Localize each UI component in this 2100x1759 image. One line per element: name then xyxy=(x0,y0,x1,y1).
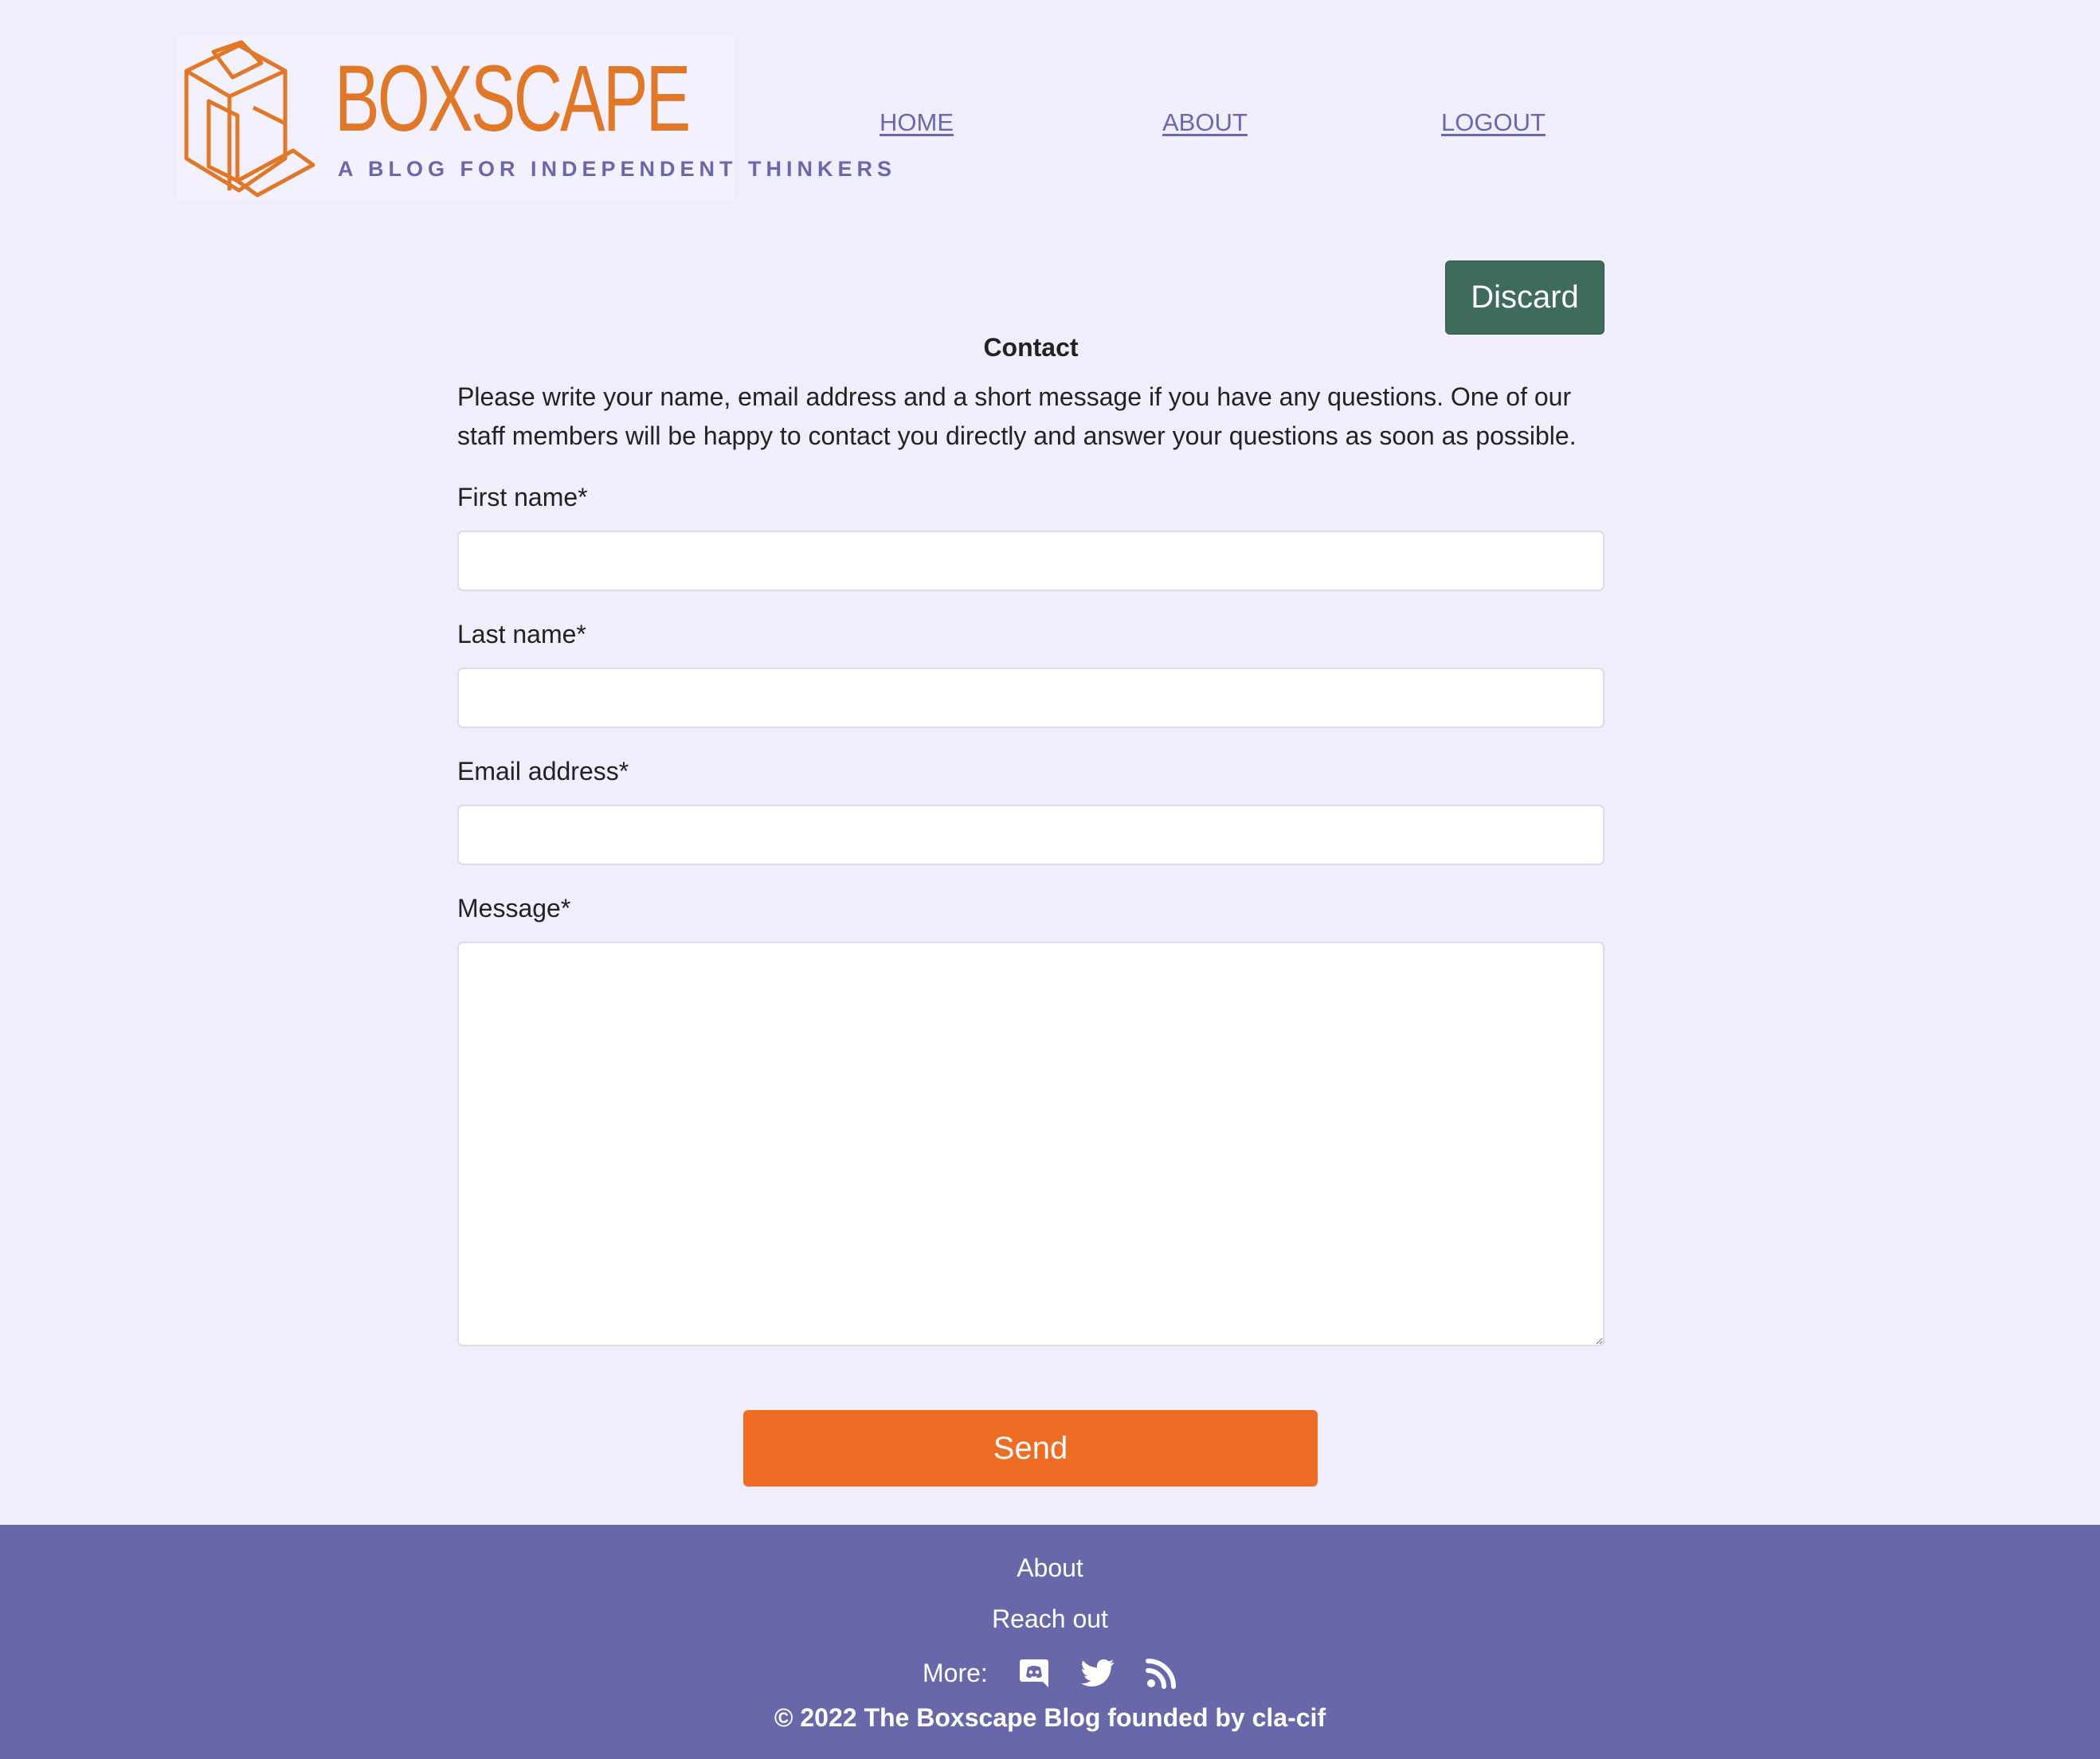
footer-reach-out-link[interactable]: Reach out xyxy=(0,1604,2100,1634)
site-logo[interactable]: BOXSCAPE A BLOG FOR INDEPENDENT THINKERS xyxy=(177,36,891,199)
last-name-input[interactable] xyxy=(457,668,1604,728)
discard-button[interactable]: Discard xyxy=(1445,261,1604,335)
message-textarea[interactable] xyxy=(457,942,1604,1346)
footer-about-link[interactable]: About xyxy=(0,1553,2100,1583)
form-intro: Please write your name, email address an… xyxy=(457,382,1577,450)
email-label: Email address* xyxy=(457,757,629,785)
first-name-input[interactable] xyxy=(457,531,1604,591)
nav-logout-link[interactable]: LOGOUT xyxy=(1441,108,1546,137)
more-label: More: xyxy=(923,1658,988,1687)
logo-tagline: A BLOG FOR INDEPENDENT THINKERS xyxy=(338,157,897,181)
last-name-label: Last name* xyxy=(457,620,586,648)
first-name-label: First name* xyxy=(457,483,588,511)
rss-icon[interactable] xyxy=(1144,1655,1179,1690)
box-logo-icon xyxy=(184,40,315,198)
send-button[interactable]: Send xyxy=(743,1410,1318,1487)
discord-icon[interactable] xyxy=(1017,1655,1052,1690)
twitter-icon[interactable] xyxy=(1080,1655,1115,1690)
email-input[interactable] xyxy=(457,805,1604,865)
nav-about-link[interactable]: ABOUT xyxy=(1162,108,1248,137)
form-title: Contact xyxy=(983,333,1079,362)
footer-more: More: xyxy=(923,1655,1208,1690)
page: BOXSCAPE A BLOG FOR INDEPENDENT THINKERS… xyxy=(0,0,2100,1759)
message-label: Message* xyxy=(457,894,571,923)
logo-title: BOXSCAPE xyxy=(335,46,691,151)
nav-home-link[interactable]: HOME xyxy=(880,108,954,137)
copyright-text: © 2022 The Boxscape Blog founded by cla-… xyxy=(774,1703,1326,1732)
